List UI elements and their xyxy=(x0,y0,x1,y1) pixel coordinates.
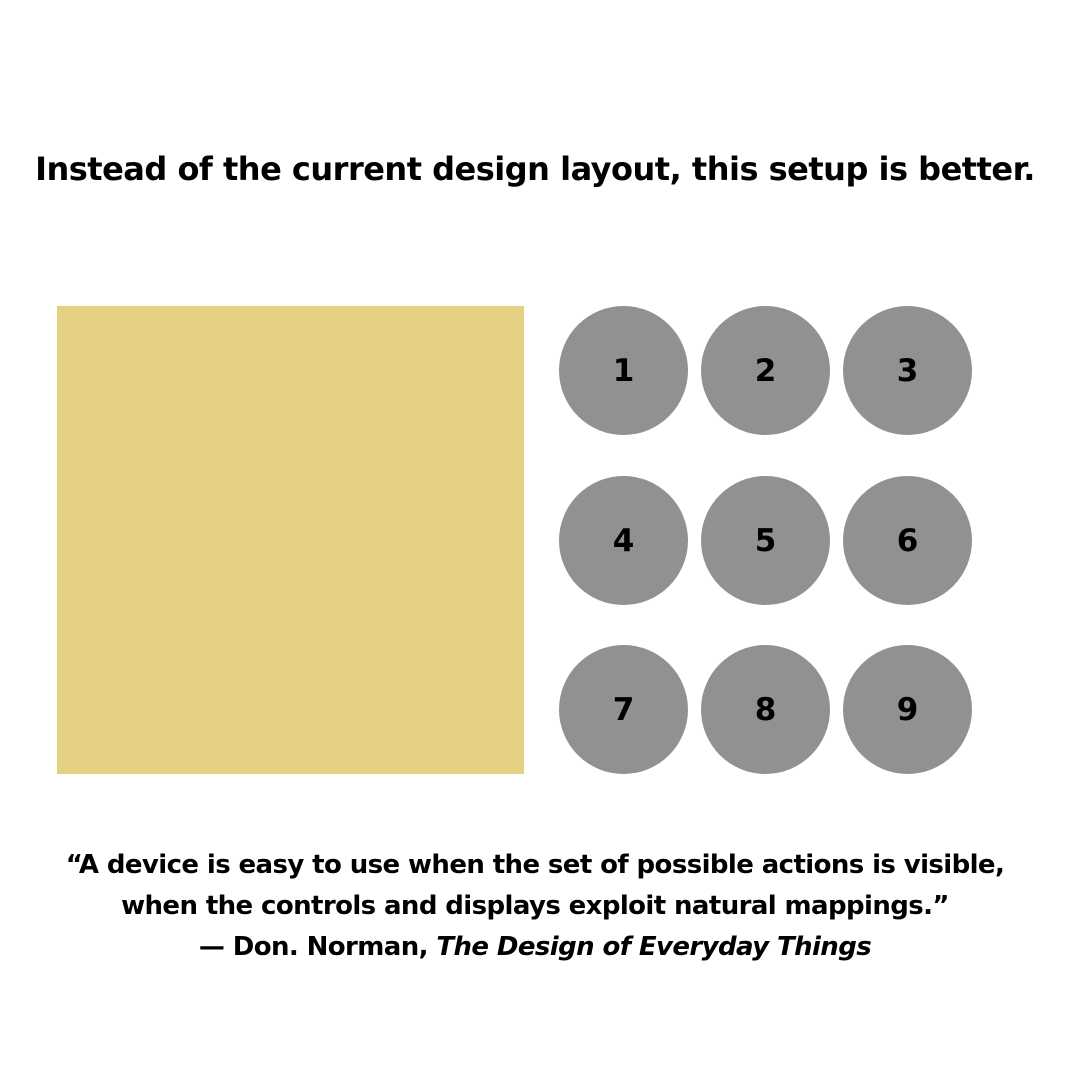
quote-line-1: “A device is easy to use when the set of… xyxy=(65,850,1005,880)
key-6-button[interactable]: 6 xyxy=(843,476,972,605)
key-2-button[interactable]: 2 xyxy=(701,306,830,435)
key-3-button[interactable]: 3 xyxy=(843,306,972,435)
quote-attribution: — Don. Norman, The Design of Everyday Th… xyxy=(0,927,1070,968)
attribution-author: — Don. Norman, xyxy=(198,932,437,962)
key-8-button[interactable]: 8 xyxy=(701,645,830,774)
book-title: The Design of Everyday Things xyxy=(436,932,872,962)
key-7-button[interactable]: 7 xyxy=(559,645,688,774)
display-panel xyxy=(57,306,524,774)
key-5-button[interactable]: 5 xyxy=(701,476,830,605)
quote-block: “A device is easy to use when the set of… xyxy=(0,845,1070,968)
key-4-button[interactable]: 4 xyxy=(559,476,688,605)
keypad: 1 2 3 4 5 6 7 8 9 xyxy=(559,306,972,774)
key-9-button[interactable]: 9 xyxy=(843,645,972,774)
quote-line-2: when the controls and displays exploit n… xyxy=(121,891,949,921)
headline: Instead of the current design layout, th… xyxy=(35,150,1035,188)
key-1-button[interactable]: 1 xyxy=(559,306,688,435)
